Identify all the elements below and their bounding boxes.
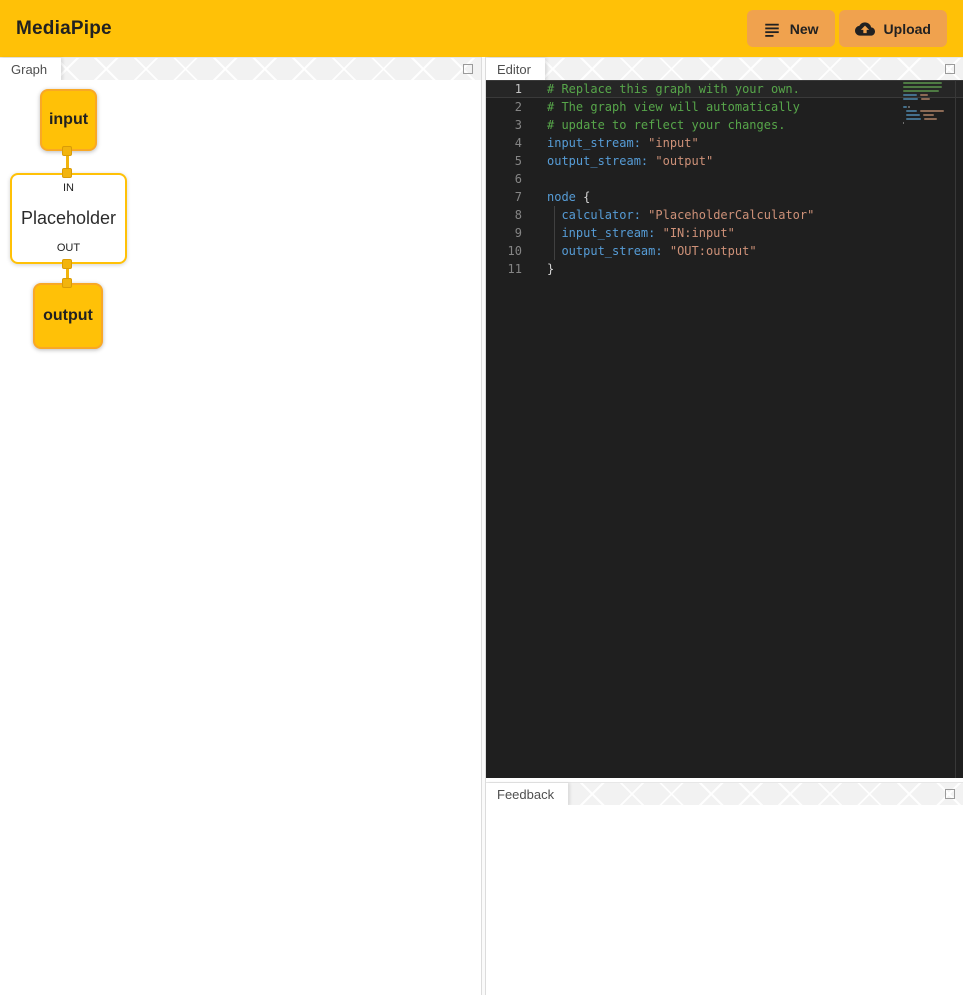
line-number: 1 xyxy=(486,80,522,98)
code-line-1[interactable]: 1# Replace this graph with your own. xyxy=(486,80,963,98)
output-node-label: output xyxy=(43,307,93,325)
feedback-content xyxy=(486,805,963,995)
line-number: 6 xyxy=(486,170,522,188)
code-text: } xyxy=(522,260,554,278)
code-line-7[interactable]: 7node { xyxy=(486,188,963,206)
code-text: output_stream: "output" xyxy=(522,152,713,170)
code-line-2[interactable]: 2# The graph view will automatically xyxy=(486,98,963,116)
indent-guide xyxy=(554,242,555,260)
indent-guide xyxy=(554,224,555,242)
editor-minimap[interactable] xyxy=(903,81,945,125)
feedback-panel: Feedback xyxy=(486,782,963,995)
code-line-4[interactable]: 4input_stream: "input" xyxy=(486,134,963,152)
feedback-tabstrip: Feedback xyxy=(486,782,963,805)
cloud-upload-icon xyxy=(855,19,875,39)
code-text: # The graph view will automatically xyxy=(522,98,800,116)
code-line-6[interactable]: 6 xyxy=(486,170,963,188)
upload-button-label: Upload xyxy=(884,21,931,37)
placeholder-in-port-label: IN xyxy=(63,182,74,194)
editor-panel: Editor 1# Replace this graph with your o… xyxy=(486,57,963,778)
line-number: 3 xyxy=(486,116,522,134)
code-line-11[interactable]: 11} xyxy=(486,260,963,278)
code-text: output_stream: "OUT:output" xyxy=(522,242,757,260)
code-text: node { xyxy=(522,188,590,206)
line-number: 11 xyxy=(486,260,522,278)
maximise-icon[interactable] xyxy=(945,64,955,74)
mediapipe-visualizer-app: MediaPipe New xyxy=(0,0,963,995)
line-number: 7 xyxy=(486,188,522,206)
code-editor[interactable]: 1# Replace this graph with your own.2# T… xyxy=(486,80,963,778)
maximise-icon[interactable] xyxy=(463,64,473,74)
line-number: 10 xyxy=(486,242,522,260)
code-line-9[interactable]: 9 input_stream: "IN:input" xyxy=(486,224,963,242)
code-line-5[interactable]: 5output_stream: "output" xyxy=(486,152,963,170)
graph-node-placeholder[interactable]: IN Placeholder OUT xyxy=(10,173,127,264)
port-placeholder-in[interactable] xyxy=(62,168,72,178)
port-input-out[interactable] xyxy=(62,146,72,156)
placeholder-node-title: Placeholder xyxy=(21,208,116,229)
code-text: input_stream: "input" xyxy=(522,134,699,152)
upload-button[interactable]: Upload xyxy=(839,10,947,47)
indent-guide xyxy=(554,206,555,224)
tab-editor[interactable]: Editor xyxy=(486,58,545,81)
code-line-10[interactable]: 10 output_stream: "OUT:output" xyxy=(486,242,963,260)
graph-canvas[interactable]: input IN Placeholder OUT output xyxy=(0,80,481,995)
line-number: 8 xyxy=(486,206,522,224)
app-header: MediaPipe New xyxy=(0,0,963,57)
code-line-3[interactable]: 3# update to reflect your changes. xyxy=(486,116,963,134)
new-button[interactable]: New xyxy=(747,10,835,47)
new-graph-icon xyxy=(763,20,781,38)
code-text xyxy=(522,170,547,188)
port-output-in[interactable] xyxy=(62,278,72,288)
line-number: 4 xyxy=(486,134,522,152)
header-actions: New Upload xyxy=(747,10,947,47)
maximise-icon[interactable] xyxy=(945,789,955,799)
tab-feedback[interactable]: Feedback xyxy=(486,783,568,806)
new-button-label: New xyxy=(790,21,819,37)
editor-tabstrip: Editor xyxy=(486,57,963,80)
line-number: 9 xyxy=(486,224,522,242)
editor-scrollbar-edge xyxy=(955,80,956,778)
app-title: MediaPipe xyxy=(16,18,112,40)
port-placeholder-out[interactable] xyxy=(62,259,72,269)
code-line-8[interactable]: 8 calculator: "PlaceholderCalculator" xyxy=(486,206,963,224)
tab-graph[interactable]: Graph xyxy=(0,58,61,81)
graph-node-output[interactable]: output xyxy=(33,283,103,349)
tab-editor-label: Editor xyxy=(497,62,531,77)
code-text: calculator: "PlaceholderCalculator" xyxy=(522,206,814,224)
line-number: 2 xyxy=(486,98,522,116)
code-text: # Replace this graph with your own. xyxy=(522,80,800,98)
graph-node-input[interactable]: input xyxy=(40,89,97,151)
input-node-label: input xyxy=(49,111,88,129)
graph-panel: Graph input IN Placeholder OUT output xyxy=(0,57,481,995)
line-number: 5 xyxy=(486,152,522,170)
tab-feedback-label: Feedback xyxy=(497,787,554,802)
graph-tabstrip: Graph xyxy=(0,57,481,80)
code-text: # update to reflect your changes. xyxy=(522,116,785,134)
tab-graph-label: Graph xyxy=(11,62,47,77)
placeholder-out-port-label: OUT xyxy=(57,242,80,254)
code-lines: 1# Replace this graph with your own.2# T… xyxy=(486,80,963,278)
